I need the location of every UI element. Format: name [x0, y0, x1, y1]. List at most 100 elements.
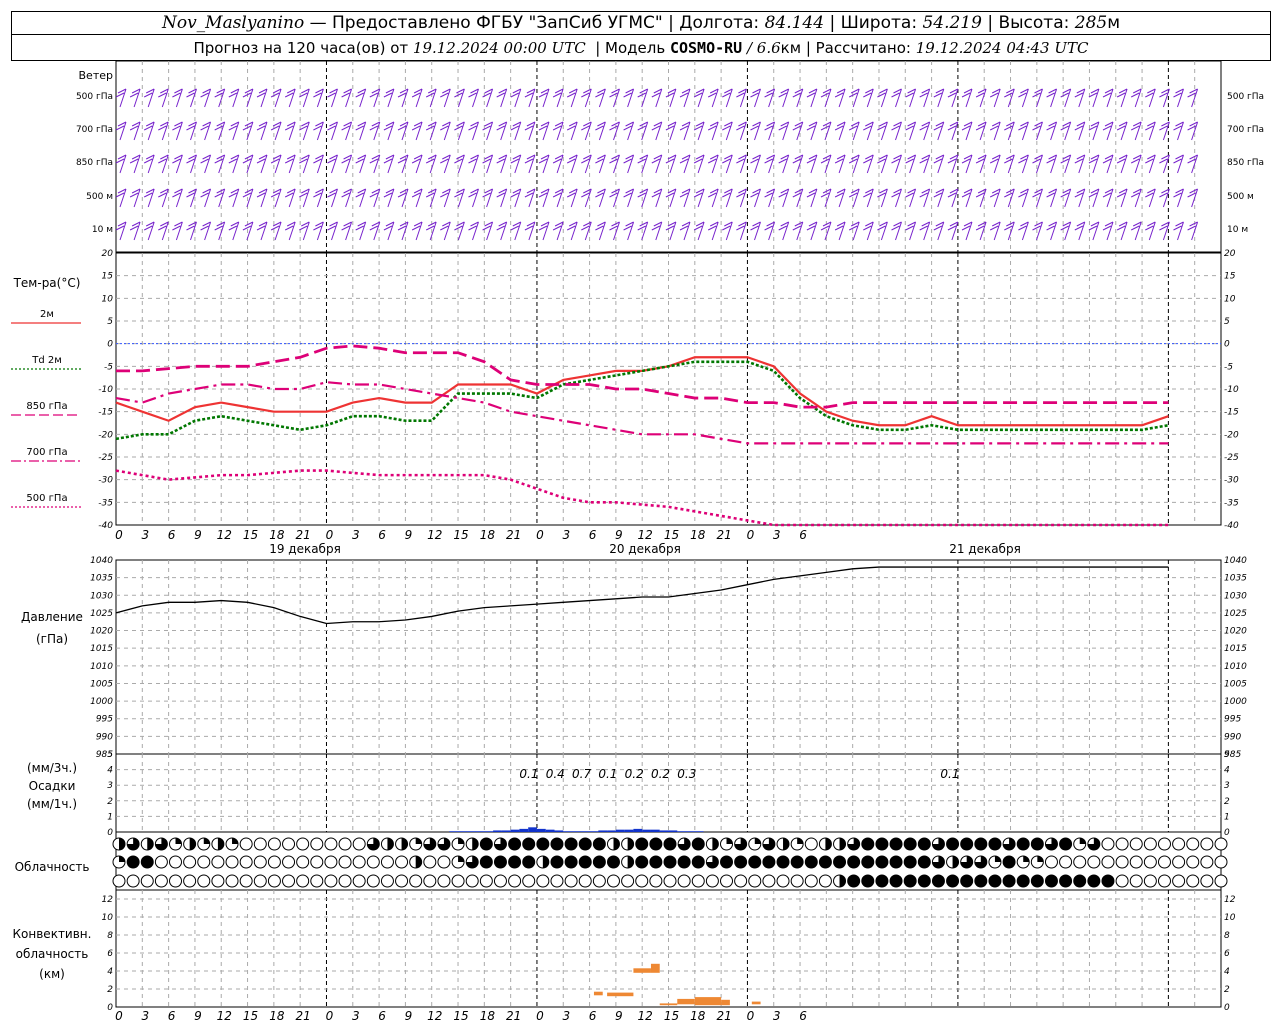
wind-barb — [651, 88, 663, 108]
wind-barb — [693, 121, 705, 141]
cloud-symbol-lower — [1157, 874, 1171, 888]
wind-barb — [609, 88, 620, 108]
wind-barb — [806, 221, 818, 241]
cloud-symbol-upper — [635, 837, 649, 851]
wind-barb — [919, 188, 931, 208]
cloud-symbol-middle — [1200, 855, 1214, 869]
precip-bar — [572, 831, 581, 832]
cloud-symbol-upper — [1143, 837, 1157, 851]
wind-barb — [905, 121, 917, 141]
cloud-symbol-middle — [748, 855, 762, 869]
wind-barb — [200, 154, 212, 174]
wind-barb — [214, 121, 226, 141]
wind-barb — [411, 121, 423, 141]
wind-barb — [947, 188, 959, 208]
cloud-symbol-middle — [691, 855, 705, 869]
wind-barb — [637, 121, 649, 141]
cloud-symbol-lower — [903, 874, 917, 888]
y-tick-right-prec: 3 — [1224, 781, 1230, 791]
cloud-fill-upper — [189, 838, 196, 850]
cloud-symbol-upper — [592, 837, 606, 851]
cloud-symbol-lower — [649, 874, 663, 888]
x-tick-label: 0 — [326, 528, 334, 542]
cloud-fill-middle — [542, 856, 549, 868]
wind-barb — [919, 88, 931, 108]
wind-barb — [1145, 154, 1156, 174]
x-tick-label: 0 — [536, 528, 544, 542]
y-tick-right-pres: 1010 — [1224, 662, 1247, 672]
wind-barb — [679, 88, 691, 108]
wind-barb — [256, 188, 268, 208]
cloud-symbol-upper — [974, 837, 988, 851]
wind-barb — [186, 121, 197, 141]
wind-barb — [552, 154, 564, 174]
wind-barb — [1173, 221, 1184, 241]
cloud-symbol-lower — [437, 874, 451, 888]
precip-bar — [580, 831, 590, 832]
wind-barb — [834, 88, 846, 108]
wind-barb — [440, 221, 451, 241]
wind-barb — [651, 121, 663, 141]
precip-bar — [615, 829, 625, 832]
wind-barb — [820, 121, 832, 141]
cloud-fill-middle — [119, 856, 125, 862]
wind-barb — [679, 221, 691, 241]
cloud-symbol-middle — [734, 855, 748, 869]
wind-barb — [665, 121, 677, 141]
wind-barb — [778, 154, 790, 174]
cloud-symbol-lower — [720, 874, 734, 888]
cloud-symbol-lower — [522, 874, 536, 888]
cloud-symbol-lower — [296, 874, 310, 888]
wind-barb — [961, 221, 973, 241]
wind-barb — [355, 121, 367, 141]
cloud-symbol-middle — [578, 855, 592, 869]
y-tick-pres: 1010 — [90, 662, 113, 672]
wind-barb — [623, 188, 635, 208]
wind-barb — [609, 121, 620, 141]
y-tick-right-temp: -40 — [1224, 521, 1239, 531]
convective-bar — [677, 998, 695, 1005]
wind-barb — [313, 188, 324, 208]
wind-barb — [1046, 221, 1058, 241]
x-tick-label: 3 — [352, 528, 360, 542]
wind-barb — [1130, 121, 1142, 141]
precip-bar — [501, 830, 511, 832]
wind-barb — [665, 154, 677, 174]
wind-barb — [863, 188, 874, 208]
cloud-fill-middle — [458, 856, 465, 862]
wind-barb — [468, 88, 479, 108]
wind-barb — [891, 154, 902, 174]
wind-barb — [129, 221, 141, 241]
wind-barb — [143, 121, 155, 141]
x-tick-label-bottom: 12 — [427, 1009, 442, 1023]
wind-barb — [834, 121, 846, 141]
wind-barb — [214, 154, 226, 174]
y-tick-right-pres: 995 — [1224, 715, 1241, 725]
wind-barb — [510, 221, 522, 241]
wind-barb — [792, 221, 804, 241]
wind-barb — [242, 154, 254, 174]
wind-barb — [1088, 154, 1100, 174]
cloud-symbol-upper — [310, 837, 324, 851]
cloud-symbol-middle — [606, 855, 620, 869]
y-tick-right-conv: 2 — [1224, 985, 1230, 995]
day-label-20: 20 декабря — [609, 542, 681, 556]
wind-barb — [158, 154, 169, 174]
x-tick-label-bottom: 12 — [217, 1009, 232, 1023]
wind-barb — [750, 121, 761, 141]
x-tick-label-bottom: 0 — [326, 1009, 334, 1023]
wind-barb — [764, 154, 776, 174]
y-tick-right-temp: -5 — [1224, 362, 1233, 372]
precip-bar — [475, 831, 485, 832]
cloud-symbol-upper — [1030, 837, 1044, 851]
wind-barb — [341, 154, 353, 174]
wind-barb — [327, 154, 338, 174]
x-tick-label: 3 — [141, 528, 149, 542]
precip-bar — [466, 831, 476, 832]
wind-barb — [228, 221, 240, 241]
cloud-symbol-upper — [960, 837, 974, 851]
cloud-fill-middle — [1023, 856, 1030, 862]
wind-barb — [1046, 121, 1058, 141]
wind-barb — [637, 221, 649, 241]
y-tick-right-pres: 1020 — [1224, 627, 1247, 637]
